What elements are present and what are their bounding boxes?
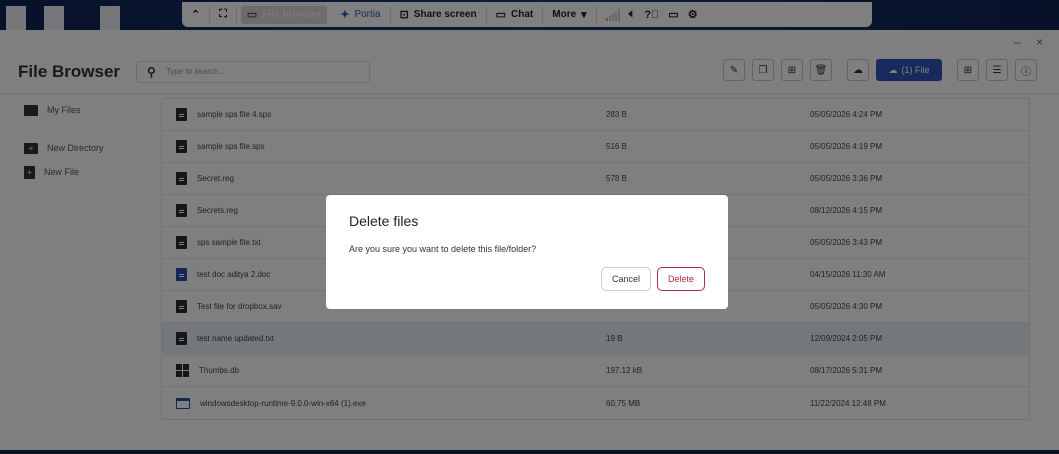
confirm-delete-button[interactable]: Delete bbox=[657, 267, 705, 291]
dialog-title: Delete files bbox=[349, 213, 419, 229]
dialog-message: Are you sure you want to delete this fil… bbox=[349, 244, 537, 254]
cancel-button[interactable]: Cancel bbox=[601, 267, 651, 291]
delete-files-dialog: Delete files Are you sure you want to de… bbox=[326, 195, 728, 309]
